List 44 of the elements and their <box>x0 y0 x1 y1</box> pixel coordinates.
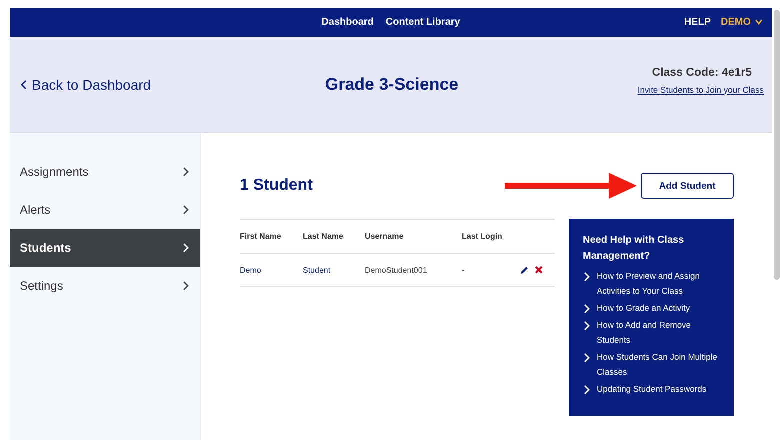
column-header: Last Login <box>462 232 502 241</box>
sidebar-item[interactable]: Alerts <box>10 191 200 229</box>
chevron-icon <box>583 353 591 363</box>
sidebar-item[interactable]: Settings <box>10 267 200 305</box>
sidebar-label: Settings <box>20 279 64 293</box>
sidebar-label: Students <box>20 241 72 255</box>
help-link[interactable]: HELP <box>684 17 711 28</box>
user-menu[interactable]: DEMO <box>721 17 751 28</box>
scrollbar-thumb[interactable] <box>774 10 780 280</box>
nav-link[interactable]: Dashboard <box>322 17 374 28</box>
back-icon <box>20 80 28 90</box>
help-link[interactable]: How Students Can Join Multiple Classes <box>597 350 724 380</box>
chevron-icon <box>182 243 190 253</box>
help-link[interactable]: How to Add and Remove Students <box>597 318 724 348</box>
chevron-icon <box>583 272 591 282</box>
class-code: Class Code: 4e1r5 <box>652 66 752 78</box>
help-title: Need Help with Class Management? <box>583 234 686 264</box>
chevron-icon <box>583 385 591 395</box>
sidebar-item[interactable]: Students <box>10 229 200 267</box>
chevron-icon <box>182 205 190 215</box>
class-title: Grade 3-Science <box>324 74 460 94</box>
column-header: Last Name <box>303 232 344 241</box>
table-cell: - <box>462 266 465 274</box>
help-link[interactable]: How to Preview and Assign Activities to Your Class <box>597 269 724 299</box>
nav-link[interactable]: Content Library <box>386 17 460 28</box>
edit-icon[interactable] <box>520 266 529 274</box>
table-cell[interactable]: Student <box>303 266 331 274</box>
help-link[interactable]: Updating Student Passwords <box>597 382 707 397</box>
student-count-heading: 1 Student <box>240 177 314 195</box>
caret-icon <box>754 18 764 28</box>
chevron-icon <box>182 167 190 177</box>
table-cell[interactable]: Demo <box>240 266 262 274</box>
sidebar-item[interactable]: Assignments <box>10 153 200 191</box>
sidebar-label: Assignments <box>20 165 89 179</box>
table-cell: DemoStudent001 <box>365 266 428 274</box>
sidebar-label: Alerts <box>20 203 51 217</box>
chevron-icon <box>182 281 190 291</box>
delete-icon[interactable] <box>535 266 543 274</box>
column-header: Username <box>365 232 404 241</box>
help-link[interactable]: How to Grade an Activity <box>597 301 690 316</box>
invite-link[interactable]: Invite Students to Join your Class <box>638 84 764 94</box>
back-link[interactable]: Back to Dashboard <box>32 76 152 92</box>
add-student-button[interactable]: Add Student <box>641 173 734 199</box>
column-header: First Name <box>240 232 282 241</box>
